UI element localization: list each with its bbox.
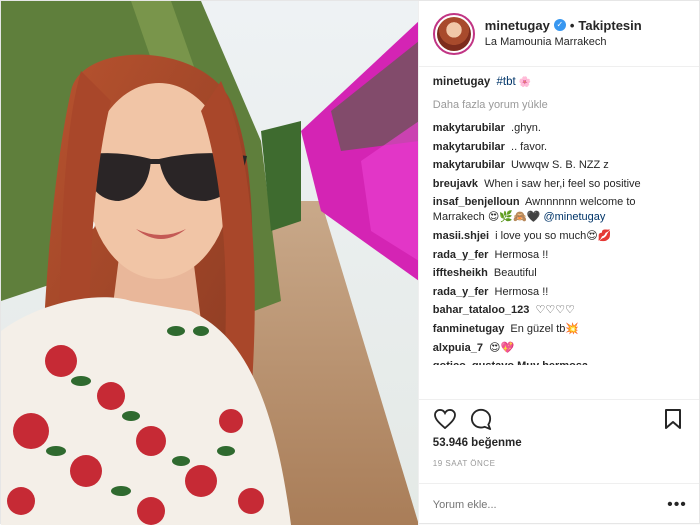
comment-item: masii.shjei i love you so much😍💋 — [433, 229, 685, 244]
header-text: minetugay ✓ • Takiptesin La Mamounia Mar… — [485, 17, 642, 51]
comment-text: Hermosa !! — [494, 285, 549, 298]
instagram-post: minetugay ✓ • Takiptesin La Mamounia Mar… — [0, 0, 700, 525]
comment-item: rada_y_fer Hermosa !! — [433, 285, 685, 300]
post-caption: minetugay #tbt 🌸 — [433, 75, 685, 90]
comment-username[interactable]: bahar_tataloo_123 — [433, 304, 530, 316]
avatar-image — [436, 16, 471, 51]
comment-username[interactable]: makytarubilar — [433, 141, 505, 153]
comment-username[interactable]: masii.shjei — [433, 230, 489, 242]
comment-icon[interactable] — [469, 407, 493, 431]
add-comment-section: ••• — [418, 483, 699, 525]
follow-status-button[interactable]: Takiptesin — [578, 17, 641, 34]
more-options-icon[interactable]: ••• — [667, 496, 686, 513]
comment-item: ifftesheikh Beautiful — [433, 266, 685, 281]
comment-username[interactable]: makytarubilar — [433, 122, 505, 134]
comment-username[interactable]: rada_y_fer — [433, 286, 489, 298]
comment-username[interactable]: breujavk — [433, 178, 478, 190]
partial-comment-item: gotico_gustavo Muy hermosa — [433, 359, 685, 365]
comment-username[interactable]: ifftesheikh — [433, 267, 488, 279]
post-side-panel: minetugay ✓ • Takiptesin La Mamounia Mar… — [417, 1, 699, 525]
load-more-comments-button[interactable]: Daha fazla yorum yükle — [433, 98, 685, 113]
location-link[interactable]: La Mamounia Marrakech — [485, 34, 642, 51]
comment-text: ♡♡♡♡ — [535, 304, 575, 317]
comment-text: 😍💖 — [489, 341, 515, 354]
comment-username[interactable]: insaf_benjelloun — [433, 196, 520, 208]
separator-dot: • — [569, 17, 575, 33]
comment-item: fanminetugay En güzel tb💥 — [433, 322, 685, 337]
comment-item: alxpuia_7 😍💖 — [433, 341, 685, 356]
comment-username[interactable]: makytarubilar — [433, 159, 505, 171]
comment-text: .. favor. — [511, 140, 548, 153]
comment-text: En güzel tb💥 — [510, 322, 580, 335]
comment-item: makytarubilar Uwwqw S. B. NZZ z — [433, 158, 685, 173]
comment-username[interactable]: fanminetugay — [433, 323, 505, 335]
action-bar — [418, 399, 699, 437]
comment-text: Uwwqw S. B. NZZ z — [511, 159, 609, 172]
comment-text: Beautiful — [493, 267, 537, 280]
comment-item: makytarubilar .. favor. — [433, 140, 685, 155]
comment-username[interactable]: alxpuia_7 — [433, 342, 483, 354]
heart-icon[interactable] — [433, 407, 457, 431]
comment-item: breujavk When i saw her,i feel so positi… — [433, 177, 685, 192]
post-timestamp: 19 SAAT ÖNCE — [432, 459, 496, 468]
comment-item: rada_y_fer Hermosa !! — [433, 248, 685, 263]
comment-text: Hermosa !! — [494, 248, 549, 261]
comments-list[interactable]: minetugay #tbt 🌸 Daha fazla yorum yükle … — [419, 67, 699, 399]
avatar[interactable] — [432, 12, 475, 55]
comment-text: .ghyn. — [511, 122, 541, 134]
comment-text: When i saw her,i feel so positive — [484, 177, 641, 190]
comment-text: i love you so much😍💋 — [495, 229, 612, 242]
post-photo[interactable] — [1, 1, 418, 525]
comment-username[interactable]: rada_y_fer — [433, 249, 489, 261]
comment-item: bahar_tataloo_123 ♡♡♡♡ — [433, 303, 685, 318]
username-link[interactable]: minetugay — [485, 17, 550, 34]
caption-username[interactable]: minetugay — [433, 76, 491, 88]
verified-badge-icon: ✓ — [553, 19, 566, 31]
comment-input[interactable] — [432, 498, 669, 511]
comment-item: insaf_benjelloun Awnnnnnn welcome to Mar… — [433, 195, 685, 225]
comment-item: makytarubilar .ghyn. — [433, 121, 685, 136]
selfie-image — [1, 1, 418, 525]
caption-emoji: 🌸 — [518, 77, 532, 88]
header-top-row: minetugay ✓ • Takiptesin — [485, 17, 642, 34]
likes-count[interactable]: 53.946 beğenme — [419, 437, 699, 455]
caption-hashtag[interactable]: #tbt — [497, 76, 516, 88]
bookmark-icon[interactable] — [661, 407, 685, 431]
post-header: minetugay ✓ • Takiptesin La Mamounia Mar… — [418, 1, 699, 67]
comment-mention[interactable]: @minetugay — [543, 211, 605, 223]
